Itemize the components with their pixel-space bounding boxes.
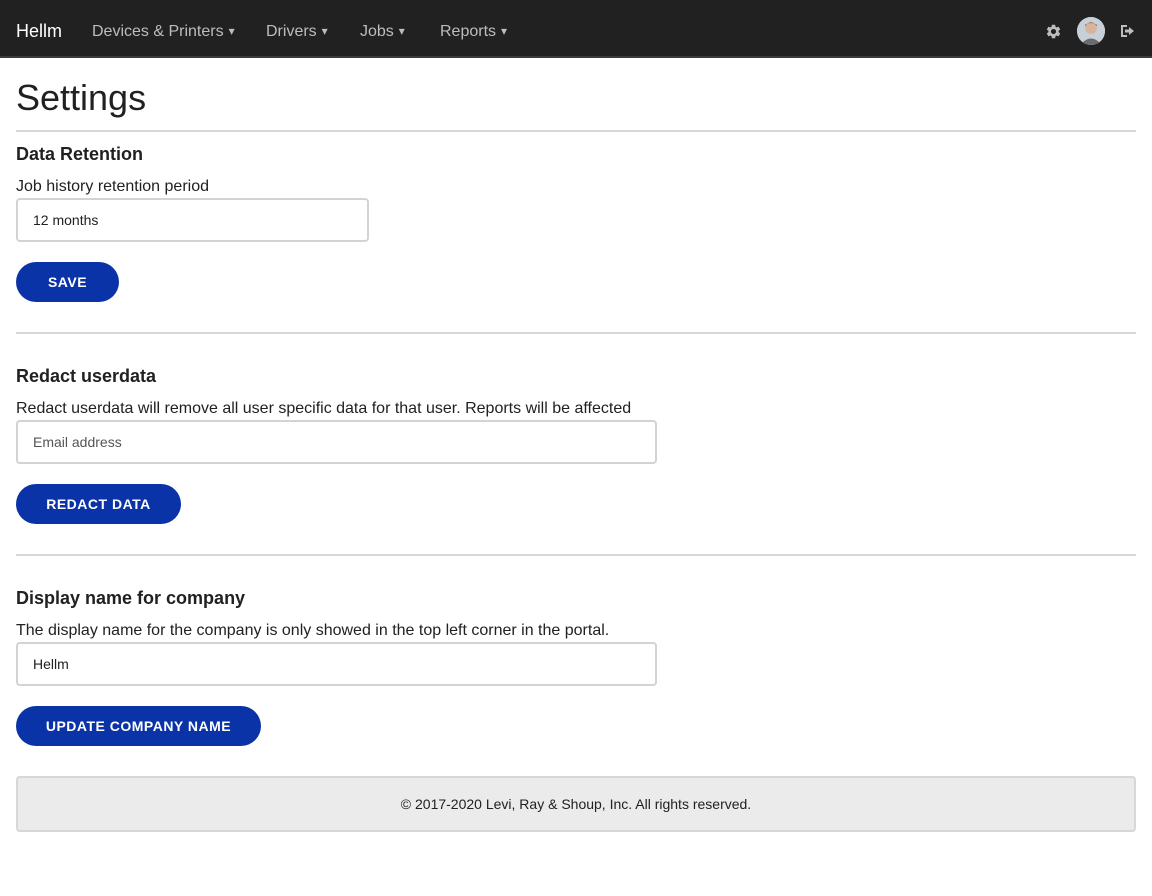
nav-reports[interactable]: Reports ▾ <box>440 20 507 43</box>
top-navbar: Hellm Devices & Printers ▾ Drivers ▾ Jobs ▾… <box>0 0 1152 58</box>
update-company-name-button[interactable]: UPDATE COMPANY NAME <box>16 706 261 746</box>
data-retention-title: Data Retention <box>16 144 144 164</box>
redact-data-button[interactable]: REDACT DATA <box>16 484 181 524</box>
save-button[interactable]: SAVE <box>16 262 119 302</box>
company-name-description: The display name for the company is only… <box>16 622 610 639</box>
page-title: Settings <box>16 77 147 118</box>
chevron-down-icon: ▾ <box>321 24 328 38</box>
chevron-down-icon: ▾ <box>398 24 405 38</box>
footer: © 2017-2020 Levi, Ray & Shoup, Inc. All … <box>16 776 1136 832</box>
nav-drivers-label: Drivers <box>266 23 317 40</box>
divider <box>16 554 1136 556</box>
logout-icon[interactable] <box>1120 24 1136 43</box>
nav-jobs-label: Jobs <box>360 23 394 40</box>
company-name-input[interactable] <box>16 642 657 686</box>
redact-userdata-description: Redact userdata will remove all user spe… <box>16 400 632 417</box>
company-name-title: Display name for company <box>16 588 246 608</box>
chevron-down-icon: ▾ <box>228 24 235 38</box>
retention-period-label: Job history retention period <box>16 178 209 195</box>
avatar[interactable] <box>1077 17 1105 45</box>
nav-jobs[interactable]: Jobs ▾ <box>360 20 405 43</box>
nav-devices-printers[interactable]: Devices & Printers ▾ <box>92 20 235 43</box>
gear-icon[interactable] <box>1045 23 1062 45</box>
brand-name[interactable]: Hellm <box>16 19 62 43</box>
chevron-down-icon: ▾ <box>501 24 508 38</box>
email-field[interactable] <box>16 420 657 464</box>
divider <box>16 130 1136 132</box>
nav-reports-label: Reports <box>440 23 497 40</box>
redact-userdata-title: Redact userdata <box>16 366 157 386</box>
divider <box>16 332 1136 334</box>
nav-drivers[interactable]: Drivers ▾ <box>266 20 328 43</box>
nav-devices-printers-label: Devices & Printers <box>92 23 224 40</box>
retention-period-input[interactable] <box>16 198 369 242</box>
